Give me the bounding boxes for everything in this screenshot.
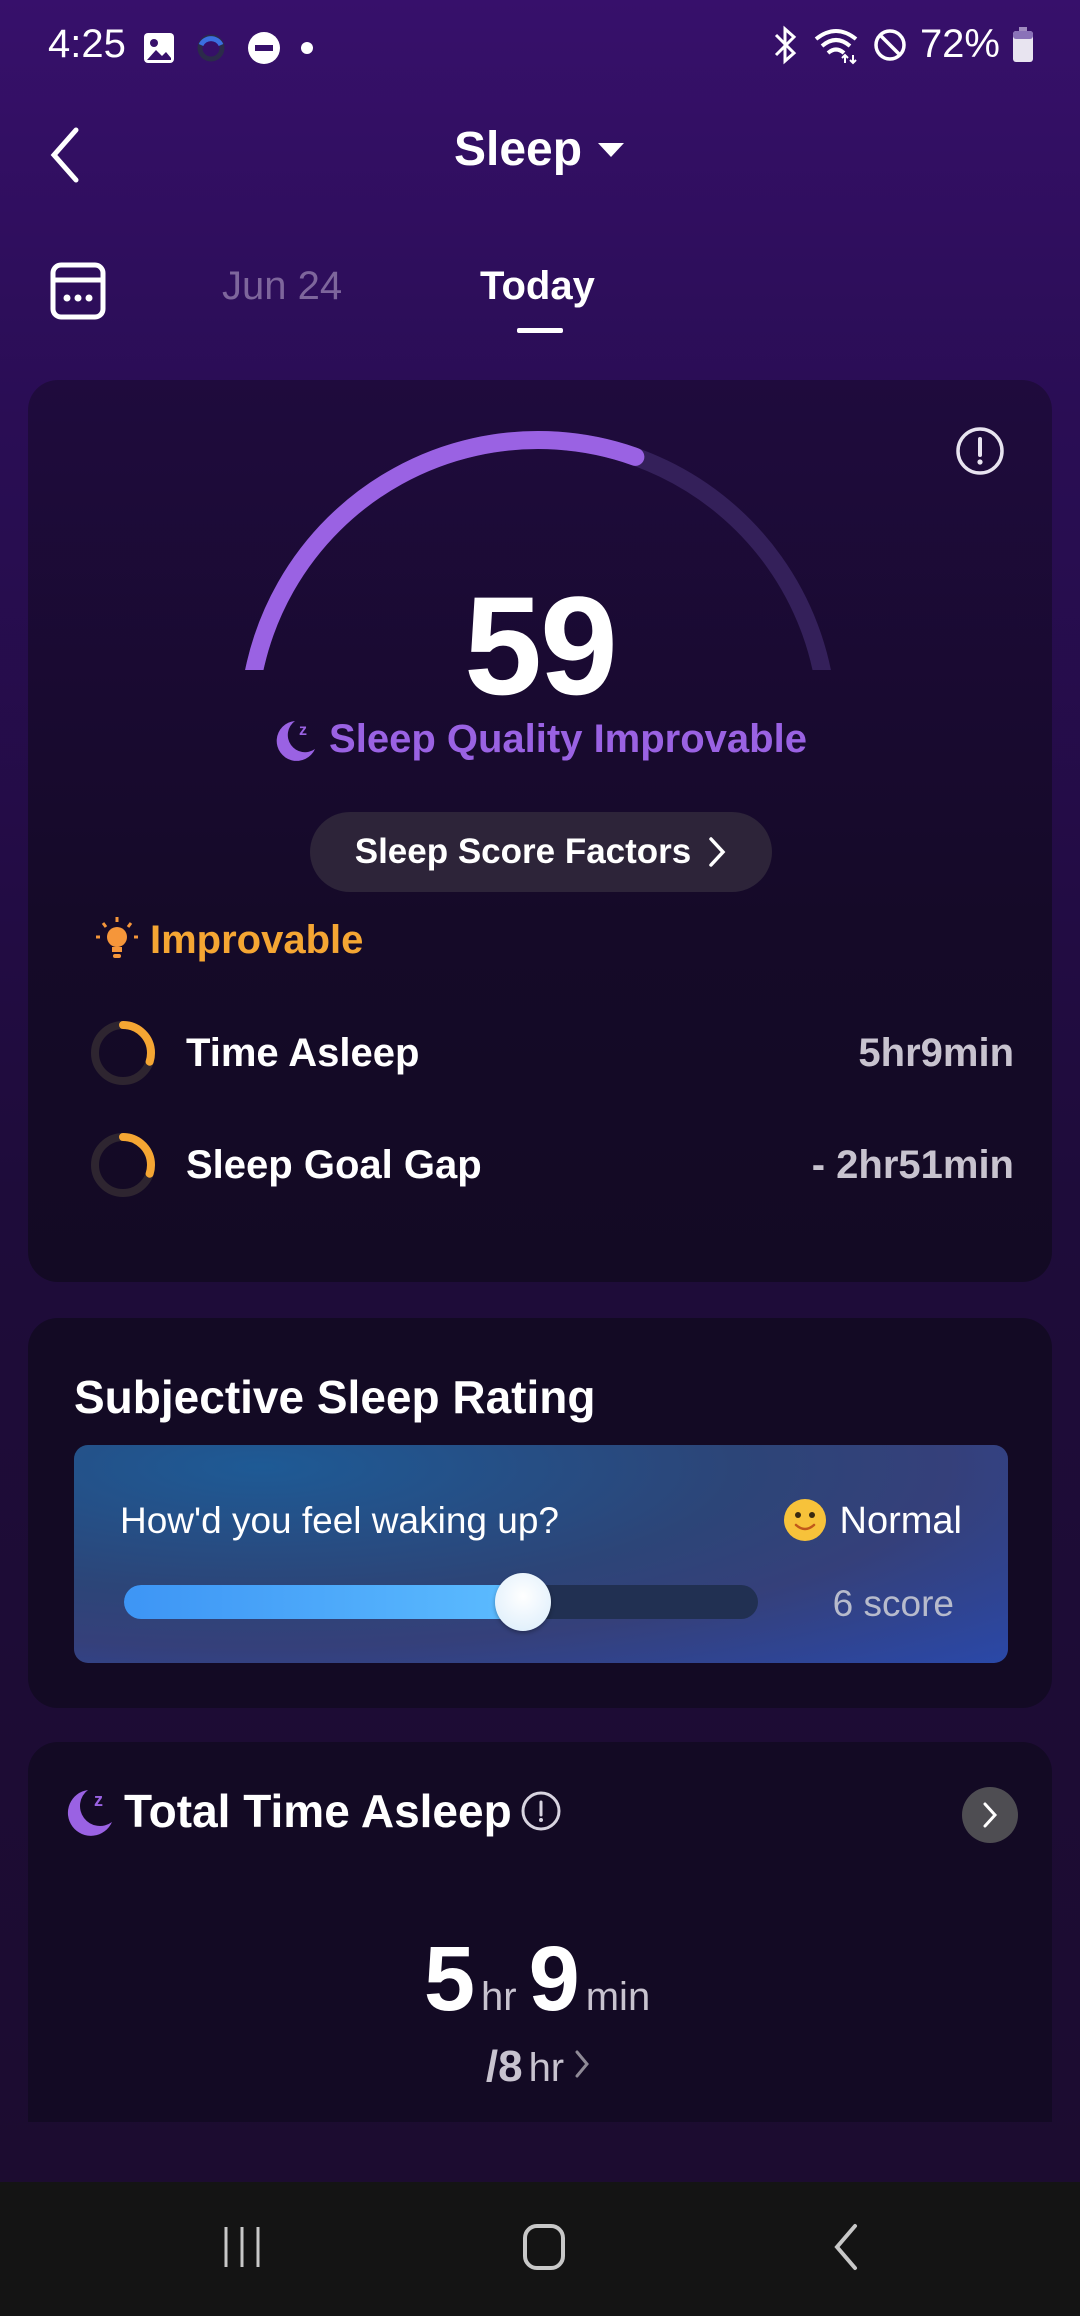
goal-value: /8: [485, 2042, 523, 2091]
rating-question: How'd you feel waking up?: [120, 1500, 559, 1541]
hours-value: 5: [423, 1928, 475, 2030]
smiley-face-icon: [784, 1499, 826, 1541]
bluetooth-icon: [774, 25, 797, 64]
status-time: 4:25: [48, 22, 126, 66]
metric-selector[interactable]: Sleep: [0, 122, 1080, 177]
factor-label: Time Asleep: [186, 1030, 420, 1075]
system-nav-bar: [0, 2182, 1080, 2316]
svg-text:z: z: [94, 1790, 103, 1810]
sleep-quality-label: Sleep Quality Improvable: [329, 716, 807, 761]
minutes-value: 9: [528, 1928, 580, 2030]
goal-unit: hr: [528, 2046, 565, 2090]
recent-apps-icon: [224, 2227, 260, 2267]
sleep-score-factors-button[interactable]: Sleep Score Factors: [310, 812, 772, 892]
moon-sleep-icon: z: [67, 1790, 112, 1836]
wake-feeling-slider[interactable]: [124, 1573, 758, 1631]
dot-icon: [301, 42, 313, 54]
total-time-value: 5 hr 9 min: [28, 1927, 1052, 2032]
blocked-icon: [874, 28, 906, 61]
home-icon: [523, 2224, 565, 2270]
total-time-details-button[interactable]: [962, 1787, 1018, 1843]
sleep-score-card: 59 z Sleep Quality Improvable Sleep Scor…: [28, 380, 1052, 1282]
slider-thumb[interactable]: [495, 1573, 552, 1631]
system-back-button[interactable]: [806, 2212, 886, 2282]
progress-ring-icon: [91, 1021, 155, 1085]
date-navigation: Jun 24 Today: [0, 250, 1080, 340]
chevron-right-icon: [983, 1802, 998, 1828]
factor-label: Sleep Goal Gap: [186, 1142, 482, 1187]
factor-row-sleep-goal-gap[interactable]: Sleep Goal Gap - 2hr51min: [88, 1130, 1014, 1200]
info-icon[interactable]: [954, 425, 1006, 477]
sync-icon: [197, 34, 225, 62]
chevron-right-icon: [709, 837, 726, 867]
lightbulb-icon: [96, 917, 138, 958]
tab-today[interactable]: Today: [480, 264, 595, 309]
total-time-asleep-card: z Total Time Asleep 5 hr 9 min /8 hr: [28, 1742, 1052, 2122]
chevron-right-icon: [575, 2050, 590, 2078]
calendar-icon[interactable]: [50, 262, 106, 320]
do-not-disturb-icon: [248, 32, 280, 64]
info-icon[interactable]: [520, 1790, 562, 1832]
improvable-label: Improvable: [150, 917, 364, 962]
factor-value: - 2hr51min: [811, 1142, 1014, 1187]
sleep-quality-status: z Sleep Quality Improvable: [28, 715, 1052, 763]
minutes-unit: min: [585, 1975, 651, 2019]
rating-score: 6 score: [832, 1583, 954, 1624]
rating-panel: How'd you feel waking up? Normal 6 score: [74, 1445, 1008, 1663]
moon-sleep-icon: z: [276, 721, 316, 761]
gallery-icon: [144, 33, 174, 63]
factor-row-time-asleep[interactable]: Time Asleep 5hr9min: [88, 1018, 1014, 1088]
back-icon: [834, 2224, 857, 2270]
top-bar: Sleep: [0, 110, 1080, 200]
sleep-goal-link[interactable]: /8 hr: [28, 2042, 1052, 2092]
recent-apps-button[interactable]: [202, 2212, 282, 2282]
active-tab-indicator: [517, 328, 563, 333]
svg-text:z: z: [299, 722, 307, 739]
sleep-score-value: 59: [464, 567, 618, 724]
progress-ring-icon: [91, 1133, 155, 1197]
status-bar: 4:25 72%: [0, 0, 1080, 96]
battery-icon: [1013, 26, 1033, 62]
tab-jun-24[interactable]: Jun 24: [222, 264, 342, 309]
sleep-score-factors-label: Sleep Score Factors: [354, 832, 692, 871]
wifi-icon: [814, 28, 858, 64]
total-time-title: Total Time Asleep: [124, 1785, 512, 1837]
subjective-rating-title: Subjective Sleep Rating: [74, 1371, 596, 1423]
battery-percent: 72%: [919, 22, 1000, 66]
mood-label: Normal: [839, 1500, 962, 1542]
page-title: Sleep: [453, 123, 583, 176]
improvable-section-header: Improvable: [94, 915, 363, 965]
subjective-rating-card: Subjective Sleep Rating How'd you feel w…: [28, 1318, 1052, 1708]
factor-value: 5hr9min: [858, 1030, 1014, 1075]
triangle-down-icon: [598, 142, 625, 157]
slider-fill: [124, 1585, 524, 1619]
home-button[interactable]: [504, 2212, 584, 2282]
hours-unit: hr: [480, 1975, 517, 2019]
